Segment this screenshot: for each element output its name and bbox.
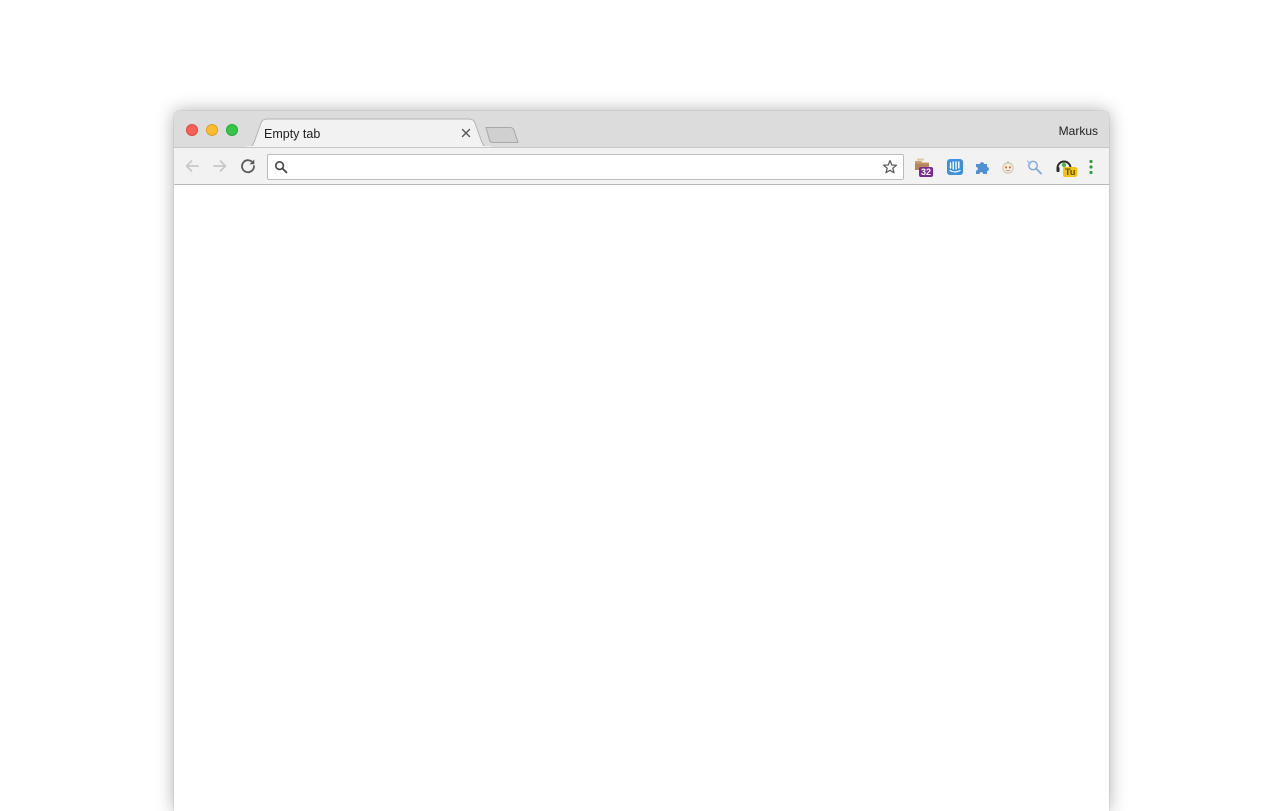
bookmark-star-icon[interactable] — [882, 159, 898, 175]
extension-calendar-folder[interactable]: 32 — [913, 156, 935, 178]
kebab-menu-icon[interactable] — [1084, 157, 1098, 177]
window-minimize-button[interactable] — [206, 124, 218, 136]
profile-name[interactable]: Markus — [1059, 124, 1098, 138]
puzzle-piece-icon — [976, 162, 989, 174]
tab-close-icon[interactable] — [459, 126, 473, 140]
intercom-icon — [947, 159, 963, 175]
browser-window: Empty tab Markus 32 Tu — [174, 111, 1109, 811]
forward-arrow-icon[interactable] — [210, 156, 230, 176]
page-content — [174, 185, 1109, 811]
extension-puzzle[interactable] — [972, 156, 994, 178]
extension-badge: 32 — [919, 167, 934, 177]
window-maximize-button[interactable] — [226, 124, 238, 136]
address-input[interactable] — [294, 157, 874, 177]
extension-robot[interactable] — [997, 156, 1019, 178]
search-icon — [274, 160, 288, 174]
back-arrow-icon[interactable] — [182, 156, 202, 176]
toolbar: 32 Tu — [174, 147, 1109, 185]
tab-title: Empty tab — [264, 127, 321, 141]
magnifier-pin-icon — [1026, 160, 1042, 175]
address-bar[interactable] — [267, 154, 904, 180]
extension-intercom[interactable] — [944, 156, 966, 178]
new-tab-button[interactable] — [484, 126, 520, 144]
extension-magnifier[interactable] — [1024, 156, 1046, 178]
reload-icon[interactable] — [238, 156, 258, 176]
robot-face-icon — [1002, 161, 1014, 174]
extension-badge: Tu — [1063, 167, 1078, 177]
window-close-button[interactable] — [186, 124, 198, 136]
extension-headset[interactable]: Tu — [1054, 156, 1078, 178]
title-bar[interactable]: Empty tab Markus — [174, 111, 1109, 148]
